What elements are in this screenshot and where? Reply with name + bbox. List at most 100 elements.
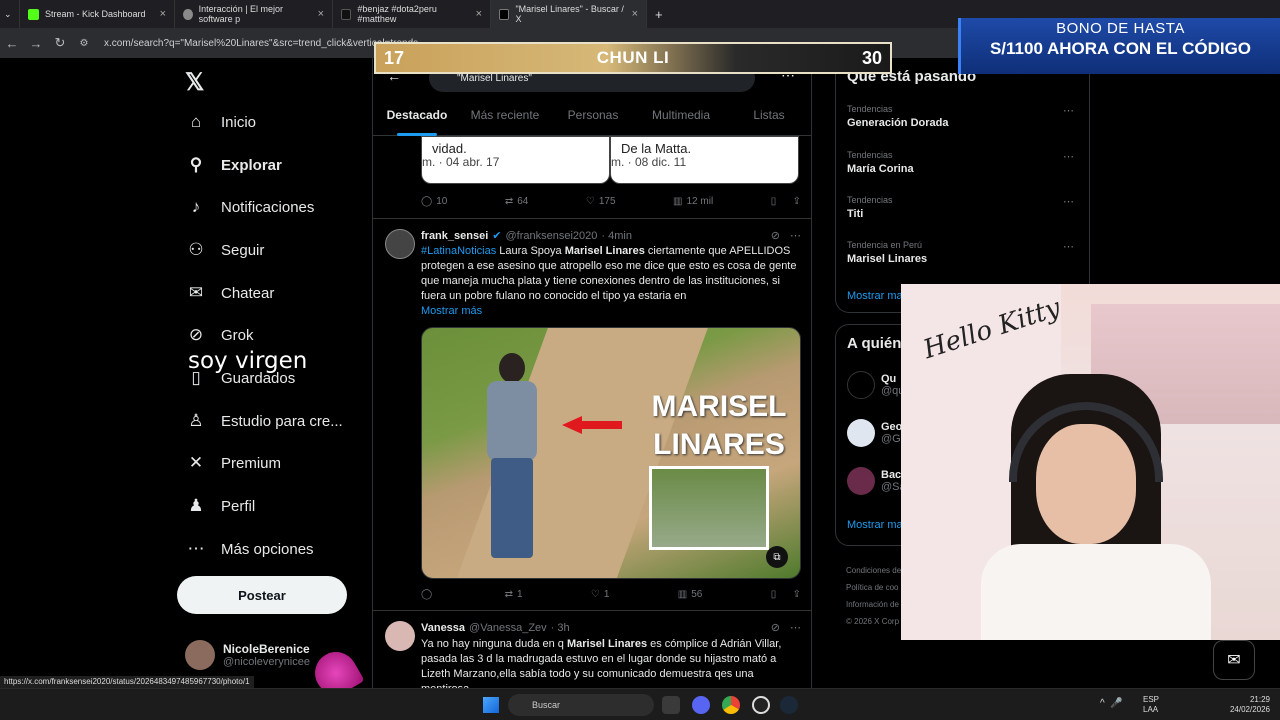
- x-logo-icon[interactable]: 𝕏: [185, 68, 204, 97]
- profile-icon: ♟: [188, 496, 204, 515]
- share-icon[interactable]: ⇪: [793, 196, 801, 207]
- close-icon[interactable]: ×: [160, 8, 166, 20]
- tab-tiktok[interactable]: #benjaz #dota2peru #matthew ×: [333, 0, 491, 28]
- like-button[interactable]: ♡ 1: [591, 589, 610, 600]
- bookmark-icon[interactable]: ▯: [771, 196, 777, 207]
- show-more-link[interactable]: Mostrar más: [421, 305, 482, 317]
- nav-grok[interactable]: ⊘ Grok: [185, 321, 254, 349]
- card-right[interactable]: De la Matta. m. · 08 dic. 11: [610, 136, 799, 184]
- footer-link[interactable]: Condiciones de: [846, 562, 901, 579]
- tweet-time[interactable]: · 3h: [551, 622, 570, 634]
- like-count: 175: [598, 196, 616, 207]
- obs-icon[interactable]: [752, 696, 770, 714]
- close-icon[interactable]: ×: [476, 8, 482, 20]
- more-icon[interactable]: ⋯: [1063, 150, 1074, 163]
- quoted-cards[interactable]: vidad. m. · 04 abr. 17 De la Matta. m. ·…: [421, 136, 799, 184]
- task-view-icon[interactable]: [662, 696, 680, 714]
- reply-button[interactable]: ◯ 10: [421, 196, 447, 207]
- like-button[interactable]: ♡ 175: [586, 196, 616, 207]
- grok-icon[interactable]: ⊘: [771, 229, 780, 242]
- views-button[interactable]: ▥ 56: [678, 589, 703, 600]
- close-icon[interactable]: ×: [318, 8, 324, 20]
- account-switcher[interactable]: NicoleBerenice @nicoleverynicee: [185, 640, 310, 670]
- more-icon[interactable]: ⋯: [1063, 104, 1074, 117]
- more-icon[interactable]: ⋯: [1063, 195, 1074, 208]
- nav-more[interactable]: ⋯ Más opciones: [185, 535, 314, 563]
- tab-latest[interactable]: Más reciente: [461, 102, 549, 136]
- tab-lists[interactable]: Listas: [725, 102, 811, 136]
- image-details-icon[interactable]: ⧉: [766, 546, 788, 568]
- language-indicator[interactable]: ESP LAA: [1143, 695, 1159, 715]
- more-icon: ⋯: [187, 539, 205, 558]
- nav-premium[interactable]: ✕ Premium: [185, 449, 281, 477]
- repost-button[interactable]: ⇄ 1: [505, 589, 523, 600]
- forward-icon[interactable]: →: [24, 36, 48, 51]
- clock[interactable]: 21:29 24/02/2026: [1230, 695, 1270, 715]
- grok-icon[interactable]: ⊘: [771, 621, 780, 634]
- url-field[interactable]: x.com/search?q="Marisel%20Linares"&src=t…: [104, 38, 418, 49]
- messages-icon[interactable]: ✉: [1213, 640, 1255, 680]
- post-button[interactable]: Postear: [177, 576, 347, 614]
- tweet-time[interactable]: · 4min: [601, 230, 632, 242]
- close-icon[interactable]: ×: [632, 8, 638, 20]
- tab-kick[interactable]: Stream - Kick Dashboard ×: [20, 0, 175, 28]
- more-icon[interactable]: ⋯: [1063, 240, 1074, 253]
- trend-item[interactable]: Tendencias María Corina ⋯: [847, 150, 1082, 175]
- nav-explore[interactable]: ⚲ Explorar: [185, 151, 282, 179]
- views-button[interactable]: ▥ 12 mil: [673, 196, 713, 207]
- follow-suggestion[interactable]: Geo @Ge: [847, 419, 907, 447]
- trend-item[interactable]: Tendencia en Perú Marisel Linares ⋯: [847, 240, 1082, 265]
- nav-notifications[interactable]: ♪ Notificaciones: [185, 193, 315, 221]
- hashtag-link[interactable]: #LatinaNoticias: [421, 245, 496, 257]
- site-info-icon[interactable]: ⚙: [72, 38, 96, 49]
- tab-people[interactable]: Personas: [549, 102, 637, 136]
- steam-icon[interactable]: [780, 696, 798, 714]
- avatar[interactable]: [385, 621, 415, 651]
- tab-x-search[interactable]: "Marisel Linares" - Buscar / X ×: [491, 0, 647, 28]
- trend-item[interactable]: Tendencias Titi ⋯: [847, 195, 1082, 220]
- image-headline: MARISEL LINARES: [644, 388, 794, 464]
- footer-link[interactable]: Información de: [846, 596, 901, 613]
- verified-badge-icon: ✔: [492, 230, 502, 242]
- tweet-image[interactable]: MARISEL LINARES ⧉: [421, 327, 801, 579]
- chrome-icon[interactable]: [722, 696, 740, 714]
- follow-suggestion[interactable]: Bac @Sa: [847, 467, 906, 495]
- footer-link[interactable]: Política de coo: [846, 579, 901, 596]
- tab-interaccion[interactable]: Interacción | El mejor software p ×: [175, 0, 333, 28]
- show-more-follow-link[interactable]: Mostrar ma: [847, 519, 903, 531]
- tab-media[interactable]: Multimedia: [637, 102, 725, 136]
- author-handle[interactable]: @Vanessa_Zev: [469, 622, 547, 634]
- more-icon[interactable]: ⋯: [790, 229, 801, 242]
- repost-button[interactable]: ⇄ 64: [505, 196, 529, 207]
- tab-featured[interactable]: Destacado: [373, 102, 461, 136]
- tab-list-button[interactable]: ⌄: [0, 0, 20, 28]
- nav-home[interactable]: ⌂ Inicio: [185, 108, 256, 136]
- nav-follow[interactable]: ⚇ Seguir: [185, 236, 264, 264]
- trend-item[interactable]: Tendencias Generación Dorada ⋯: [847, 104, 1082, 129]
- nav-creator-studio[interactable]: ♙ Estudio para cre...: [185, 407, 342, 435]
- share-icon[interactable]: ⇪: [793, 589, 801, 600]
- discord-icon[interactable]: [692, 696, 710, 714]
- taskbar-search[interactable]: Buscar: [508, 694, 654, 716]
- author-name[interactable]: Vanessa: [421, 622, 465, 634]
- author-handle[interactable]: @franksensei2020: [505, 230, 597, 242]
- bookmark-icon[interactable]: ▯: [771, 589, 777, 600]
- more-icon[interactable]: ⋯: [790, 621, 801, 634]
- author-name[interactable]: frank_sensei: [421, 230, 488, 242]
- avatar[interactable]: [385, 229, 415, 259]
- windows-start-icon[interactable]: [483, 697, 499, 713]
- nav-profile[interactable]: ♟ Perfil: [185, 492, 255, 520]
- person-figure: [477, 353, 547, 563]
- tray-icons[interactable]: ^ 🎤: [1100, 698, 1123, 709]
- nav-label: Grok: [221, 326, 254, 344]
- reply-button[interactable]: ◯: [421, 589, 436, 600]
- show-more-trends-link[interactable]: Mostrar ma: [847, 290, 903, 302]
- new-tab-button[interactable]: +: [647, 0, 671, 28]
- reload-icon[interactable]: ↻: [48, 35, 72, 51]
- tweet-header: Vanessa @Vanessa_Zev · 3h ⊘ ⋯: [421, 621, 801, 635]
- follow-suggestion[interactable]: Qu @qu: [847, 371, 904, 399]
- card-left[interactable]: vidad. m. · 04 abr. 17: [421, 136, 610, 184]
- back-icon[interactable]: ←: [0, 36, 24, 51]
- tweet[interactable]: frank_sensei ✔ @franksensei2020 · 4min ⊘…: [373, 218, 811, 610]
- nav-chat[interactable]: ✉ Chatear: [185, 279, 275, 307]
